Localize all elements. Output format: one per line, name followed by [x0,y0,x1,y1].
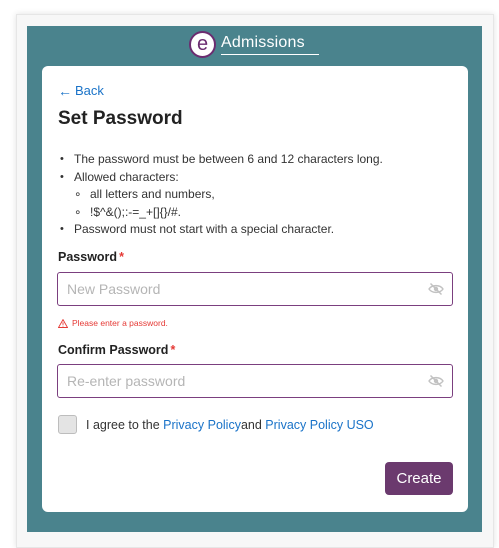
agree-row: I agree to the Privacy Policy and Privacy… [58,415,374,434]
warning-icon [58,318,68,328]
password-error-text: Please enter a password. [72,318,168,328]
page-title: Set Password [58,108,183,129]
rule-item: Password must not start with a special c… [58,221,383,239]
rule-item: Allowed characters: [58,169,383,187]
confirm-password-label: Confirm Password * [58,343,175,357]
rule-item: The password must be between 6 and 12 ch… [58,151,383,169]
eadmissions-logo: e Admissions [189,30,319,58]
rule-subitem: !$^&();:-=_+[]{}/#. [58,204,383,222]
password-input[interactable] [58,273,418,305]
rule-subitem: all letters and numbers, [58,186,383,204]
create-button[interactable]: Create [385,462,453,495]
confirm-password-field [57,364,453,398]
arrow-left-icon: ← [58,82,72,99]
logo-e-badge: e [189,30,216,58]
confirm-password-input[interactable] [58,365,418,397]
required-marker: * [119,250,124,264]
agree-prefix: I agree to the [86,417,160,432]
password-rules: The password must be between 6 and 12 ch… [58,151,383,239]
privacy-policy-uso-link[interactable]: Privacy Policy USO [265,418,373,432]
password-label: Password * [58,250,124,264]
logo-brand-name: Admissions [221,34,319,55]
back-label: Back [75,83,104,98]
required-marker: * [170,343,176,357]
privacy-policy-link[interactable]: Privacy Policy [163,418,241,432]
agree-middle: and [240,417,262,432]
agree-checkbox[interactable] [58,415,77,434]
eye-slash-icon[interactable] [428,282,444,296]
password-error: Please enter a password. [58,318,168,328]
password-label-text: Password [58,250,118,264]
eye-slash-icon[interactable] [428,374,444,388]
confirm-password-label-text: Confirm Password [58,343,169,357]
back-link[interactable]: ← Back [58,83,104,98]
set-password-card: ← Back Set Password The password must be… [42,66,468,512]
password-field [57,272,453,306]
